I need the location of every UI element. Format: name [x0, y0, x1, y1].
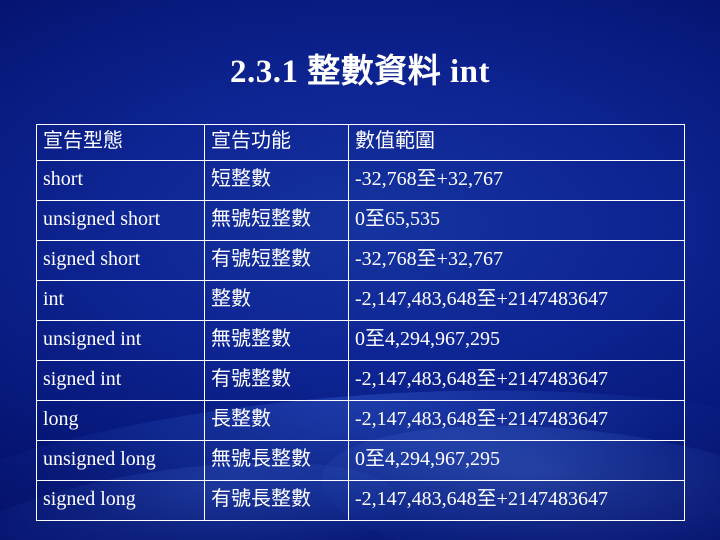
cell-type: unsigned long: [36, 440, 205, 481]
cell-function: 無號短整數: [204, 200, 349, 241]
slide-title: 2.3.1 整數資料 int: [229, 54, 490, 90]
column-header-declaration-function: 宣告功能: [204, 124, 349, 161]
cell-range: 0至4,294,967,295: [348, 320, 685, 361]
cell-range: -2,147,483,648至+2147483647: [348, 480, 685, 521]
table-row: short 短整數 -32,768至+32,767: [36, 160, 685, 201]
table-row: signed short 有號短整數 -32,768至+32,767: [36, 240, 685, 281]
cell-type: unsigned int: [36, 320, 205, 361]
cell-function: 有號長整數: [204, 480, 349, 521]
cell-range: -2,147,483,648至+2147483647: [348, 280, 685, 321]
slide-canvas: 2.3.1 整數資料 int 宣告型態 宣告功能 數值範圍 short 短整數 …: [0, 0, 720, 540]
cell-function: 整數: [204, 280, 349, 321]
cell-type: unsigned short: [36, 200, 205, 241]
table-row: unsigned int 無號整數 0至4,294,967,295: [36, 320, 685, 361]
cell-range: 0至4,294,967,295: [348, 440, 685, 481]
cell-function: 有號整數: [204, 360, 349, 401]
cell-function: 無號長整數: [204, 440, 349, 481]
cell-type: signed long: [36, 480, 205, 521]
cell-type: signed int: [36, 360, 205, 401]
cell-range: -32,768至+32,767: [348, 160, 685, 201]
int-types-table: 宣告型態 宣告功能 數值範圍 short 短整數 -32,768至+32,767…: [36, 124, 685, 521]
column-header-value-range: 數值範圍: [348, 124, 685, 161]
cell-range: -32,768至+32,767: [348, 240, 685, 281]
cell-function: 短整數: [204, 160, 349, 201]
cell-range: -2,147,483,648至+2147483647: [348, 360, 685, 401]
table-row: signed long 有號長整數 -2,147,483,648至+214748…: [36, 480, 685, 521]
table-header-row: 宣告型態 宣告功能 數值範圍: [36, 124, 685, 161]
int-types-table-container: 宣告型態 宣告功能 數值範圍 short 短整數 -32,768至+32,767…: [36, 124, 685, 521]
table-row: signed int 有號整數 -2,147,483,648至+21474836…: [36, 360, 685, 401]
table-row: int 整數 -2,147,483,648至+2147483647: [36, 280, 685, 321]
cell-type: int: [36, 280, 205, 321]
table-row: unsigned short 無號短整數 0至65,535: [36, 200, 685, 241]
column-header-declaration-type: 宣告型態: [36, 124, 205, 161]
cell-type: short: [36, 160, 205, 201]
cell-function: 有號短整數: [204, 240, 349, 281]
table-row: long 長整數 -2,147,483,648至+2147483647: [36, 400, 685, 441]
cell-function: 無號整數: [204, 320, 349, 361]
cell-function: 長整數: [204, 400, 349, 441]
table-row: unsigned long 無號長整數 0至4,294,967,295: [36, 440, 685, 481]
cell-range: 0至65,535: [348, 200, 685, 241]
cell-type: long: [36, 400, 205, 441]
cell-type: signed short: [36, 240, 205, 281]
cell-range: -2,147,483,648至+2147483647: [348, 400, 685, 441]
